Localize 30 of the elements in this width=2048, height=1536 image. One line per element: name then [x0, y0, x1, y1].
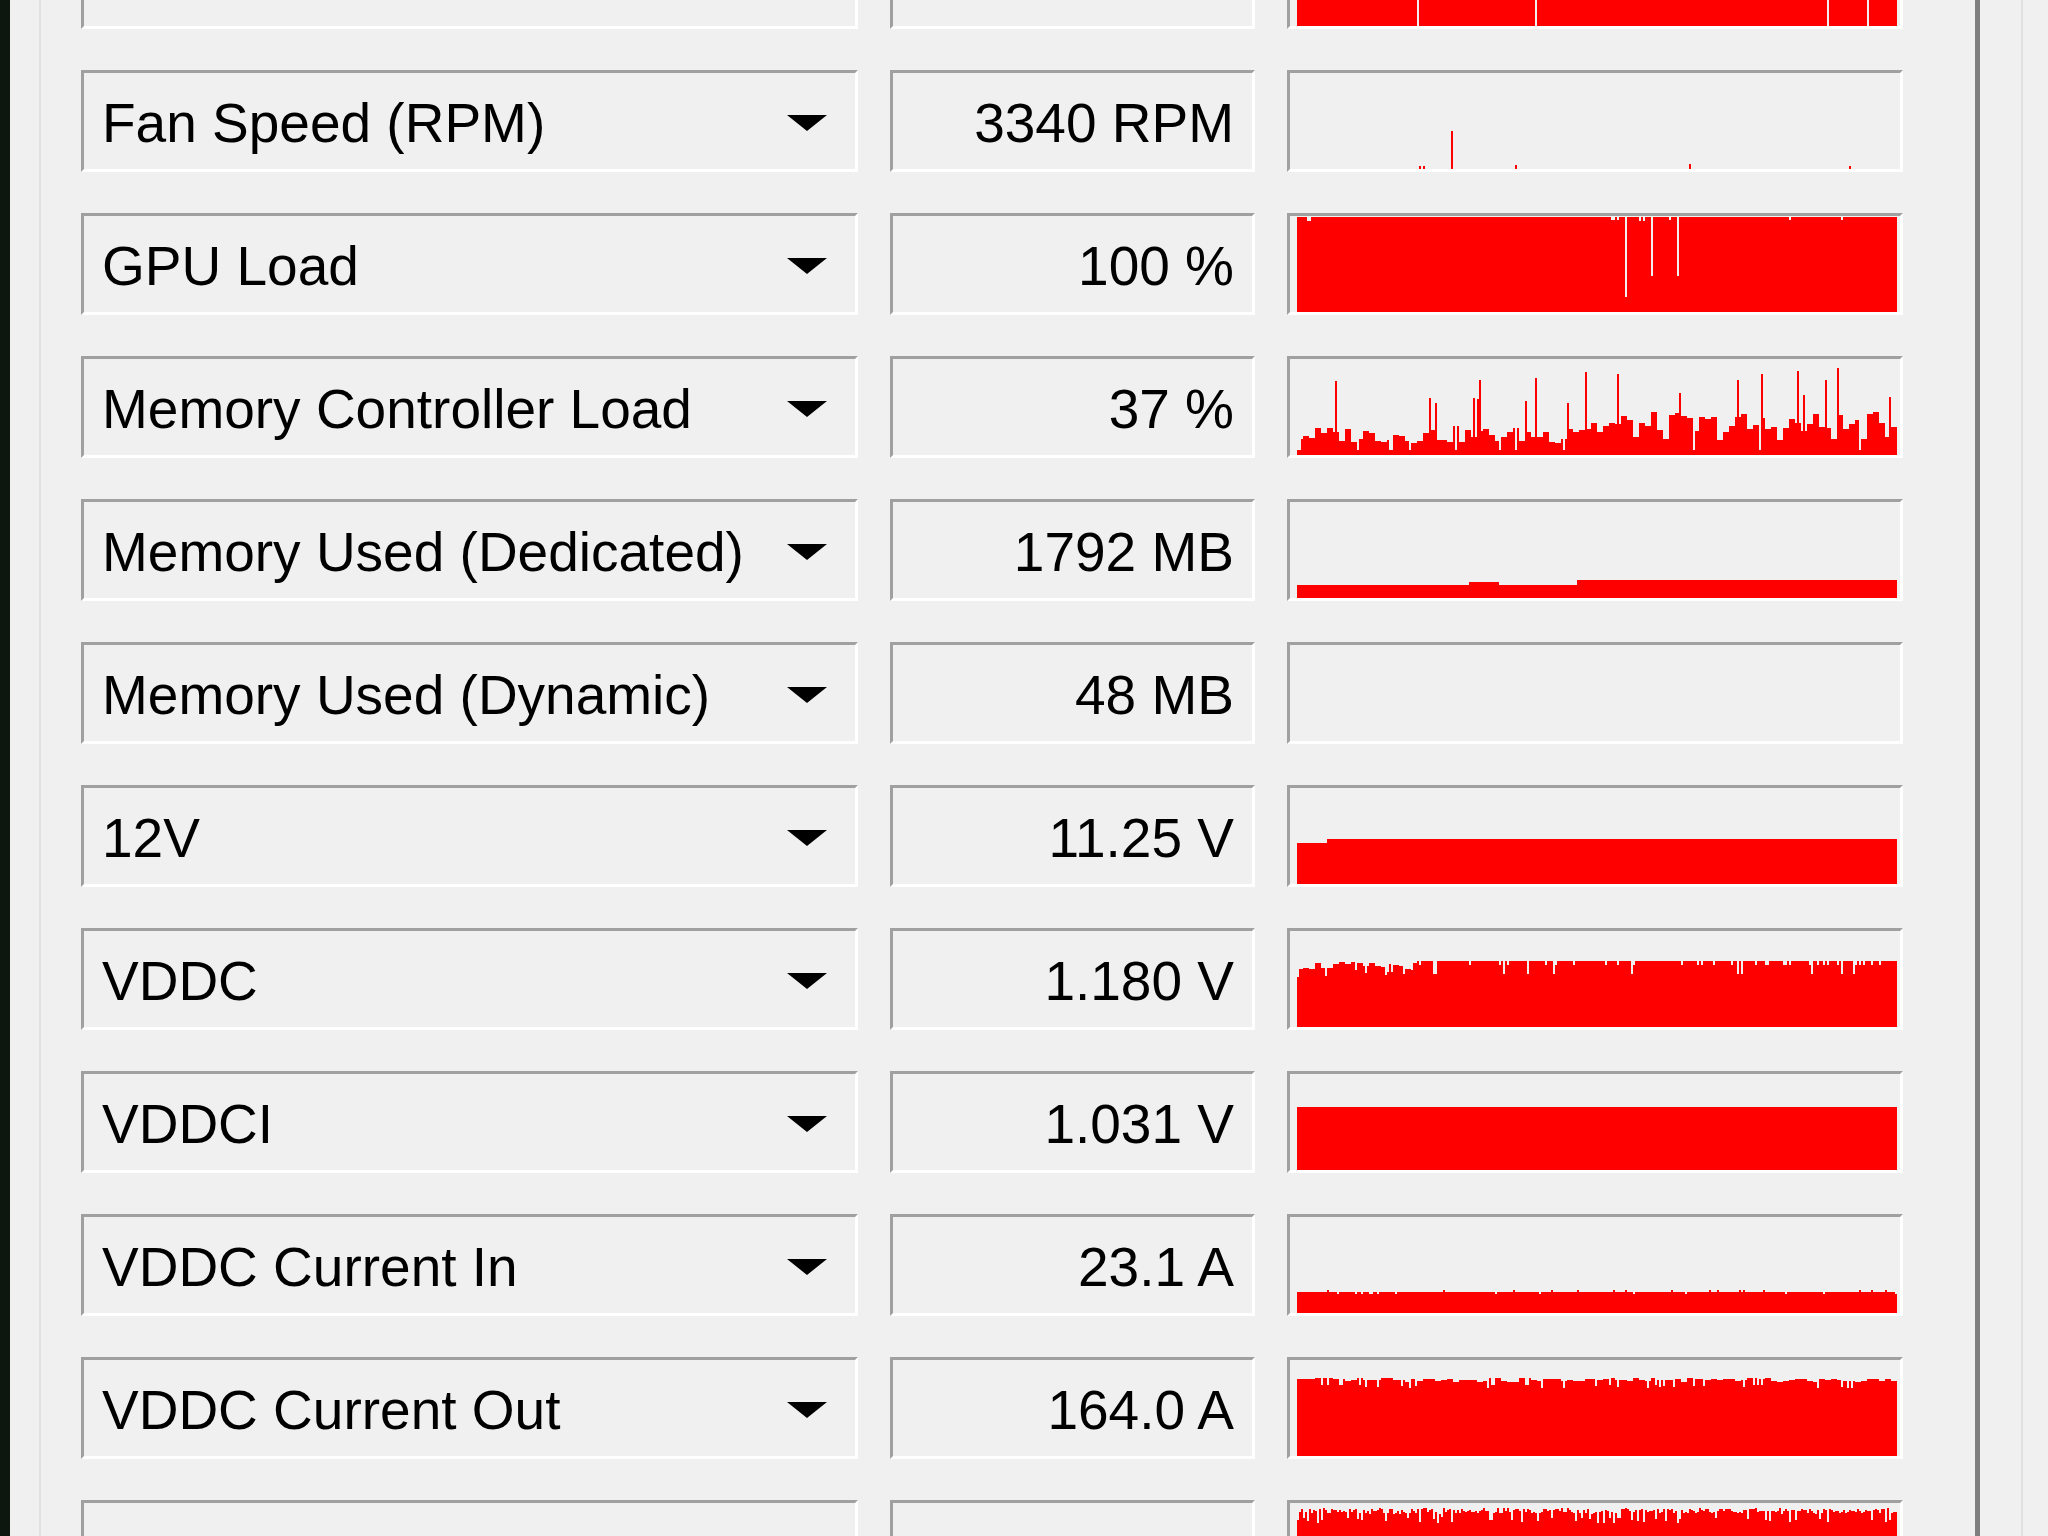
caret-icon	[787, 258, 827, 274]
caret-icon	[787, 1402, 827, 1418]
caret-icon	[787, 830, 827, 846]
sensor-dropdown[interactable]: VDDC Current In	[81, 1214, 858, 1316]
caret-icon	[787, 115, 827, 131]
sensor-dropdown[interactable]: 12V	[81, 785, 858, 887]
sensor-value: 3340 RPM	[890, 70, 1255, 172]
sensor-dropdown[interactable]: Memory Controller Load	[81, 356, 858, 458]
sensor-dropdown[interactable]: GPU Load	[81, 213, 858, 315]
sensor-value: 37 %	[890, 356, 1255, 458]
sensor-value: 164.0 A	[890, 1357, 1255, 1459]
sensor-value: 1.031 V	[890, 1071, 1255, 1173]
sensor-value: 1792 MB	[890, 499, 1255, 601]
caret-icon	[787, 1259, 827, 1275]
sensor-value: 23.1 A	[890, 1214, 1255, 1316]
sensor-dropdown[interactable]: Memory Used (Dynamic)	[81, 642, 858, 744]
caret-icon	[787, 973, 827, 989]
caret-icon	[787, 687, 827, 703]
caret-icon	[787, 544, 827, 560]
sensor-dropdown[interactable]: VDDC Current Out	[81, 1357, 858, 1459]
caret-icon	[787, 401, 827, 417]
sensor-value: 100 %	[890, 213, 1255, 315]
sensor-value: 11.25 V	[890, 785, 1255, 887]
sensor-dropdown[interactable]: Fan Speed (RPM)	[81, 70, 858, 172]
sensor-dropdown[interactable]: Memory Used (Dedicated)	[81, 499, 858, 601]
sensor-dropdown[interactable]: VDDC	[81, 928, 858, 1030]
sensor-value: 1.180 V	[890, 928, 1255, 1030]
sensor-dropdown[interactable]: VDDCI	[81, 1071, 858, 1173]
caret-icon	[787, 1116, 827, 1132]
sensor-value: 48 MB	[890, 642, 1255, 744]
